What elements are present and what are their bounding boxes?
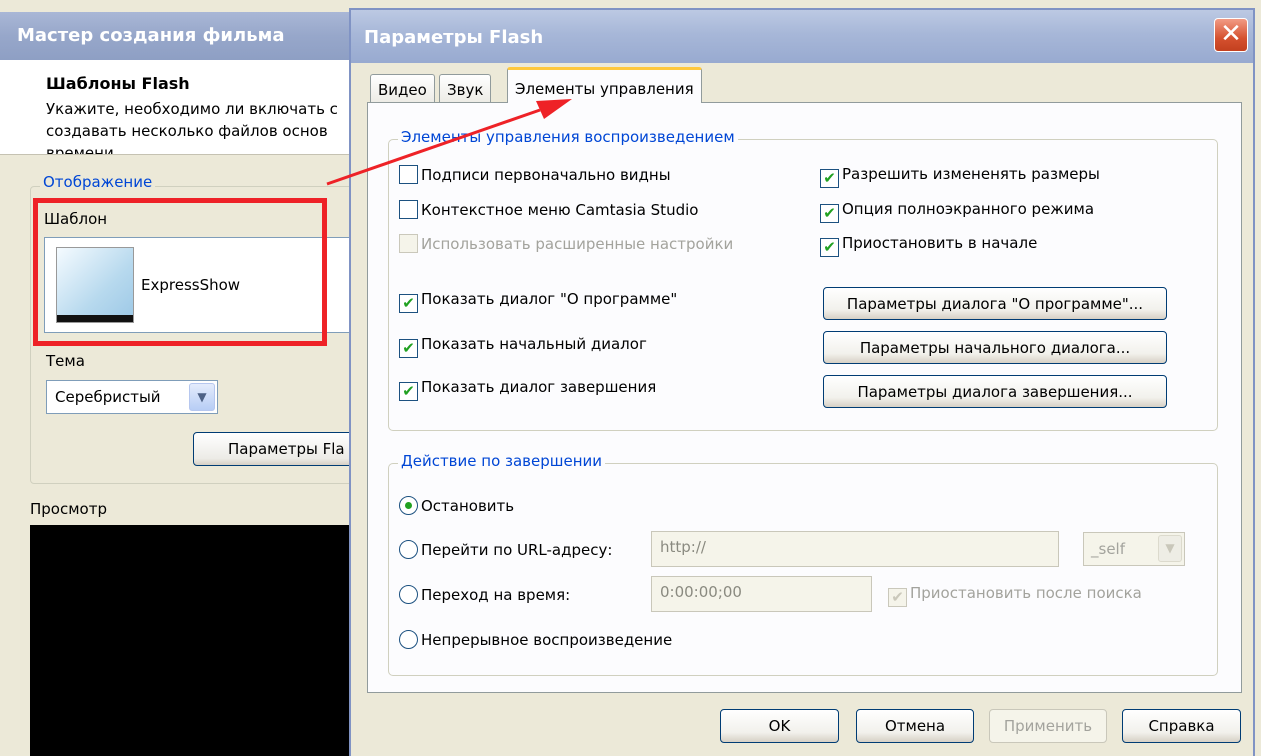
wizard-header: Шаблоны Flash Укажите, необходимо ли вкл… bbox=[0, 60, 350, 155]
chevron-down-icon[interactable]: ▼ bbox=[189, 383, 215, 411]
advanced-settings-checkbox: Использовать расширенные настройки bbox=[399, 234, 733, 253]
radio-label: Непрерывное воспроизведение bbox=[421, 631, 673, 649]
tab-controls[interactable]: Элементы управления bbox=[507, 67, 702, 103]
checkbox-label: Подписи первоначально видны bbox=[421, 166, 671, 184]
cancel-button[interactable]: Отмена bbox=[856, 709, 974, 743]
pause-at-start-checkbox[interactable]: ✔ Приостановить в начале bbox=[820, 234, 1037, 257]
url-input: http:// bbox=[651, 531, 1059, 567]
end-dialog-params-button[interactable]: Параметры диалога завершения... bbox=[823, 375, 1167, 408]
wizard-header-line: времени. bbox=[46, 144, 119, 155]
dialog-title-bar: Параметры Flash bbox=[351, 10, 1253, 63]
checkbox-label: Показать диалог завершения bbox=[421, 378, 657, 396]
preview-label: Просмотр bbox=[30, 500, 107, 518]
checkbox-label: Приостановить в начале bbox=[842, 234, 1038, 252]
wizard-header-text: Укажите, необходимо ли включать с создав… bbox=[46, 98, 350, 155]
theme-label: Тема bbox=[46, 352, 85, 370]
wizard-header-line: Укажите, необходимо ли включать с bbox=[46, 100, 338, 118]
checkbox-label: Опция полноэкранного режима bbox=[842, 200, 1095, 218]
time-input: 0:00:00;00 bbox=[651, 576, 872, 612]
radio-label: Перейти по URL-адресу: bbox=[421, 541, 613, 559]
ok-button[interactable]: OK bbox=[720, 709, 839, 743]
radio-label: Остановить bbox=[421, 497, 515, 515]
checkbox-icon[interactable] bbox=[399, 200, 418, 219]
flash-params-button[interactable]: Параметры Fla bbox=[193, 432, 373, 466]
show-end-dialog-checkbox[interactable]: ✔ Показать диалог завершения bbox=[399, 378, 656, 401]
checkbox-label: Использовать расширенные настройки bbox=[421, 235, 734, 253]
radio-continuous-play[interactable]: Непрерывное воспроизведение bbox=[399, 630, 672, 649]
checkmark-icon[interactable]: ✔ bbox=[399, 294, 418, 313]
radio-label: Переход на время: bbox=[421, 586, 571, 604]
url-target-value: _self bbox=[1091, 540, 1125, 558]
checkbox-label: Разрешить измененять размеры bbox=[842, 165, 1100, 183]
checkbox-icon[interactable] bbox=[399, 165, 418, 184]
tab-video[interactable]: Видео bbox=[370, 74, 435, 103]
radio-icon[interactable] bbox=[399, 540, 418, 559]
radio-go-to-url[interactable]: Перейти по URL-адресу: bbox=[399, 540, 612, 559]
theme-select-value: Серебристый bbox=[55, 388, 161, 406]
help-button[interactable]: Справка bbox=[1122, 709, 1241, 743]
preview-area bbox=[30, 525, 350, 756]
checkmark-icon[interactable]: ✔ bbox=[399, 382, 418, 401]
movie-wizard-window: Мастер создания фильма Шаблоны Flash Ука… bbox=[0, 0, 373, 756]
checkmark-icon[interactable]: ✔ bbox=[820, 204, 839, 223]
radio-go-to-time[interactable]: Переход на время: bbox=[399, 585, 570, 604]
about-dialog-params-button[interactable]: Параметры диалога "О программе"... bbox=[823, 287, 1167, 320]
checkmark-icon[interactable]: ✔ bbox=[820, 238, 839, 257]
radio-selected-icon[interactable] bbox=[399, 496, 418, 515]
checkbox-icon bbox=[399, 234, 418, 253]
radio-icon[interactable] bbox=[399, 585, 418, 604]
tab-sound[interactable]: Звук bbox=[439, 74, 492, 103]
start-dialog-params-button[interactable]: Параметры начального диалога... bbox=[823, 331, 1167, 364]
close-icon[interactable]: ✕ bbox=[1214, 18, 1248, 52]
checkbox-label: Контекстное меню Camtasia Studio bbox=[421, 201, 699, 219]
captions-visible-checkbox[interactable]: Подписи первоначально видны bbox=[399, 165, 671, 184]
show-start-dialog-checkbox[interactable]: ✔ Показать начальный диалог bbox=[399, 335, 647, 358]
radio-stop[interactable]: Остановить bbox=[399, 496, 514, 515]
context-menu-checkbox[interactable]: Контекстное меню Camtasia Studio bbox=[399, 200, 698, 219]
theme-select[interactable]: Серебристый ▼ bbox=[46, 380, 218, 414]
display-group-legend: Отображение bbox=[40, 173, 156, 191]
pause-after-seek-checkbox: ✔ Приостановить после поиска bbox=[888, 584, 1142, 607]
controls-tab-panel: Элементы управления воспроизведением Под… bbox=[367, 102, 1242, 693]
end-action-legend: Действие по завершении bbox=[398, 452, 606, 470]
highlight-annotation-box bbox=[33, 198, 327, 346]
flash-params-dialog: Параметры Flash ✕ Видео Звук Элементы уп… bbox=[349, 8, 1255, 756]
checkmark-icon[interactable]: ✔ bbox=[399, 339, 418, 358]
playback-controls-legend: Элементы управления воспроизведением bbox=[398, 128, 738, 146]
wizard-header-line: создавать несколько файлов основ bbox=[46, 122, 328, 140]
checkmark-icon[interactable]: ✔ bbox=[820, 169, 839, 188]
wizard-title-bar: Мастер создания фильма bbox=[0, 12, 350, 60]
checkbox-label: Показать начальный диалог bbox=[421, 335, 647, 353]
chevron-down-icon: ▼ bbox=[1158, 535, 1182, 562]
show-about-dialog-checkbox[interactable]: ✔ Показать диалог "О программе" bbox=[399, 290, 677, 313]
checkbox-label: Показать диалог "О программе" bbox=[421, 290, 678, 308]
url-target-select: _self ▼ bbox=[1083, 532, 1185, 566]
fullscreen-option-checkbox[interactable]: ✔ Опция полноэкранного режима bbox=[820, 200, 1094, 223]
radio-icon[interactable] bbox=[399, 630, 418, 649]
checkmark-icon: ✔ bbox=[888, 588, 907, 607]
checkbox-label: Приостановить после поиска bbox=[910, 584, 1142, 602]
allow-resize-checkbox[interactable]: ✔ Разрешить измененять размеры bbox=[820, 165, 1100, 188]
apply-button: Применить bbox=[989, 709, 1107, 743]
wizard-header-title: Шаблоны Flash bbox=[46, 74, 190, 93]
